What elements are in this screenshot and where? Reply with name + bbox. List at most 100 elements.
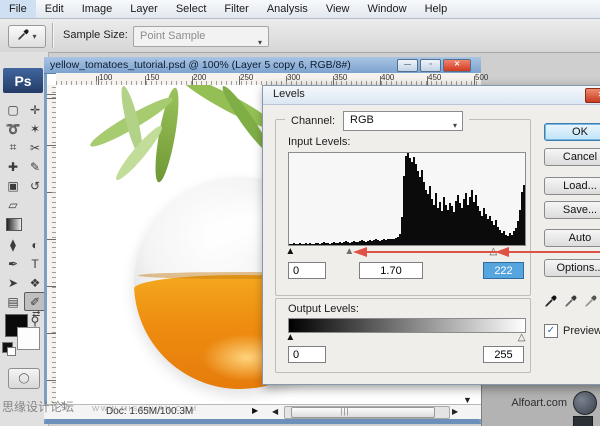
- slice-tool[interactable]: ✂: [24, 138, 46, 157]
- crop-tool[interactable]: ⌗: [2, 138, 24, 157]
- maximize-button[interactable]: ▫: [420, 59, 441, 72]
- preview-option: ✓ Preview: [544, 324, 600, 338]
- menu-image[interactable]: Image: [73, 0, 122, 18]
- options-button[interactable]: Options...: [544, 259, 600, 277]
- eyedropper-set: [544, 294, 598, 313]
- menu-layer[interactable]: Layer: [121, 0, 167, 18]
- ruler-label-200: 200: [193, 73, 206, 82]
- scroll-left-arrow[interactable]: ◀: [272, 407, 278, 416]
- histogram: [288, 152, 526, 246]
- menu-edit[interactable]: Edit: [36, 0, 73, 18]
- preview-label: Preview: [563, 325, 600, 337]
- menu-analysis[interactable]: Analysis: [258, 0, 317, 18]
- document-titlebar[interactable]: yellow_tomatoes_tutorial.psd @ 100% (Lay…: [44, 57, 481, 74]
- input-gray-slider[interactable]: ▲: [344, 246, 354, 257]
- menu-filter[interactable]: Filter: [215, 0, 257, 18]
- status-menu-arrow[interactable]: ▶: [252, 406, 258, 415]
- ruler-label-450: 450: [428, 73, 441, 82]
- ok-button[interactable]: OK: [544, 123, 600, 141]
- tray-icon: [573, 416, 593, 426]
- dialog-titlebar[interactable]: Levels ✕: [263, 86, 600, 105]
- quick-mask-button[interactable]: ◯: [8, 368, 40, 389]
- scrollbar-grip: |||: [340, 407, 349, 416]
- black-point-eyedropper-icon[interactable]: [544, 294, 558, 313]
- preview-checkbox[interactable]: ✓: [544, 324, 558, 338]
- histogram-bar: [525, 208, 526, 245]
- chevron-down-icon: ▾: [32, 32, 36, 41]
- levels-dialog: Levels ✕ Channel: RGB ▾ Input Levels: ▲ …: [262, 85, 600, 385]
- output-white-slider[interactable]: △: [518, 332, 526, 343]
- path-select-tool[interactable]: ➤: [2, 273, 24, 292]
- divider: [52, 23, 54, 48]
- input-white-field[interactable]: 222: [483, 262, 524, 279]
- dodge-tool[interactable]: ◐: [24, 235, 46, 254]
- scroll-right-arrow[interactable]: ▶: [452, 407, 458, 416]
- eyedropper-icon: [17, 28, 30, 46]
- input-black-slider[interactable]: ▲: [285, 246, 295, 257]
- output-levels-label: Output Levels:: [288, 303, 359, 315]
- brand-text: Alfoart.com: [511, 397, 567, 409]
- chevron-down-icon: ▾: [258, 33, 262, 52]
- eraser-tool[interactable]: ▱: [2, 195, 24, 214]
- input-sliders: ▲ ▲ △: [288, 246, 524, 259]
- channel-value: RGB: [350, 114, 374, 126]
- lasso-tool[interactable]: ➰: [2, 119, 24, 138]
- shape-tool[interactable]: ❖: [24, 273, 46, 292]
- minimize-button[interactable]: —: [397, 59, 418, 72]
- input-white-slider[interactable]: △: [489, 246, 497, 257]
- input-black-field[interactable]: 0: [288, 262, 326, 279]
- menu-select[interactable]: Select: [167, 0, 216, 18]
- white-point-eyedropper-icon[interactable]: [584, 294, 598, 313]
- notes-tool[interactable]: ▤: [2, 292, 24, 311]
- gray-point-eyedropper-icon[interactable]: [564, 294, 578, 313]
- menu-file[interactable]: File: [0, 0, 36, 18]
- channel-dropdown[interactable]: RGB ▾: [343, 111, 463, 131]
- output-black-slider[interactable]: ▲: [285, 332, 295, 343]
- active-tool-button[interactable]: ▾: [8, 25, 46, 48]
- magic-wand-tool[interactable]: ✶: [24, 119, 46, 138]
- output-sliders: ▲ △: [288, 332, 524, 344]
- ruler-label-300: 300: [287, 73, 300, 82]
- close-button[interactable]: ✕: [443, 59, 471, 72]
- move-tool[interactable]: ✛: [24, 100, 46, 119]
- horizontal-scrollbar[interactable]: |||: [284, 406, 450, 419]
- gradient-tool[interactable]: [6, 218, 22, 231]
- marquee-tool[interactable]: ▢: [2, 100, 24, 119]
- blur-tool[interactable]: ⧫: [2, 235, 24, 254]
- input-gamma-field[interactable]: 1.70: [359, 262, 423, 279]
- globe-icon: [573, 391, 597, 415]
- history-brush-tool[interactable]: ↺: [24, 176, 46, 195]
- auto-button[interactable]: Auto: [544, 229, 600, 247]
- ruler-label-100: 100: [99, 73, 112, 82]
- dialog-close-button[interactable]: ✕: [585, 88, 600, 103]
- pen-tool[interactable]: ✒: [2, 254, 24, 273]
- dialog-title: Levels: [263, 86, 600, 100]
- scrollbar-thumb[interactable]: |||: [291, 407, 435, 418]
- desktop-strip: Alfoart.com: [481, 385, 600, 426]
- menu-view[interactable]: View: [317, 0, 359, 18]
- menu-help[interactable]: Help: [416, 0, 457, 18]
- ruler-label-400: 400: [381, 73, 394, 82]
- load-button[interactable]: Load...: [544, 177, 600, 195]
- output-black-field[interactable]: 0: [288, 346, 326, 363]
- document-title: yellow_tomatoes_tutorial.psd @ 100% (Lay…: [44, 59, 351, 71]
- photoshop-logo: Ps: [3, 68, 43, 93]
- output-white-field[interactable]: 255: [483, 346, 524, 363]
- tools-panel: Ps ▢✛➰✶⌗✂✚✎▣↺▱⧫◐✒T➤❖▤✐☞⚲ ⇄ ◯: [0, 52, 49, 426]
- brush-tool[interactable]: ✎: [24, 157, 46, 176]
- menu-window[interactable]: Window: [358, 0, 415, 18]
- sample-size-dropdown[interactable]: Point Sample ▾: [133, 26, 269, 47]
- doc-size-readout: Doc: 1.65M/100.3M: [106, 406, 193, 417]
- sample-size-value: Point Sample: [140, 30, 205, 42]
- healing-brush-tool[interactable]: ✚: [2, 157, 24, 176]
- save-button[interactable]: Save...: [544, 201, 600, 219]
- clone-stamp-tool[interactable]: ▣: [2, 176, 24, 195]
- channel-label: Channel:: [291, 115, 335, 127]
- menu-bar: FileEditImageLayerSelectFilterAnalysisVi…: [0, 0, 600, 19]
- background-color-swatch[interactable]: [17, 327, 40, 350]
- output-gradient-bar: [288, 318, 526, 333]
- type-tool[interactable]: T: [24, 254, 46, 273]
- swap-colors-icon[interactable]: ⇄: [32, 309, 40, 320]
- default-colors-icon[interactable]: [2, 342, 13, 353]
- cancel-button[interactable]: Cancel: [544, 148, 600, 166]
